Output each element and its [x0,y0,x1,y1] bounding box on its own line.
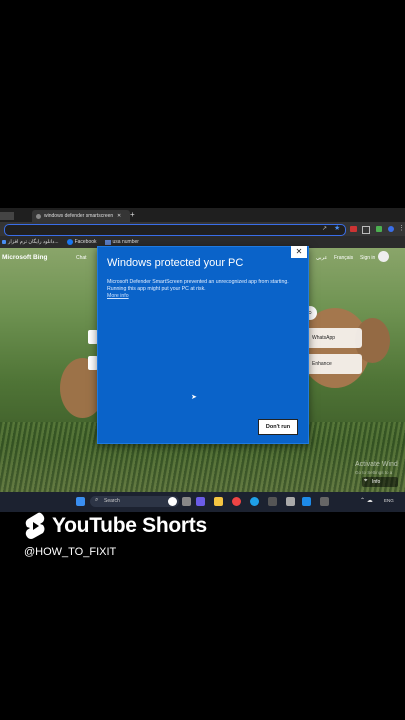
lang-french-link[interactable]: Français [334,255,353,261]
dialog-message: Microsoft Defender SmartScreen prevented… [107,279,289,292]
url-input[interactable] [4,224,346,236]
bookmark-star-icon[interactable]: ★ [334,224,340,232]
youtube-shorts-brand: YouTube Shorts [24,510,207,542]
dialog-title: Windows protected your PC [107,257,244,269]
extension-icon[interactable] [362,226,370,234]
sign-in-link[interactable]: Sign in [360,255,375,261]
bookmark-item[interactable]: Facebook [66,239,97,245]
extension-icon[interactable] [376,226,382,232]
tab-partial[interactable] [0,212,14,220]
menu-icon[interactable]: ⋮ [398,224,405,232]
windows-start-icon[interactable] [76,497,85,506]
info-label: Info [372,479,381,485]
info-button[interactable]: Info [362,477,398,487]
app-icon[interactable] [286,497,295,506]
activate-windows-watermark: Activate Wind [355,461,398,468]
bookmark-label: Facebook [74,239,97,245]
channel-handle[interactable]: @HOW_TO_FIXIT [24,546,116,558]
taskbar-search-input[interactable]: Search [90,496,179,507]
tab-active[interactable]: windows defender smartscreen r ✕ [32,210,130,222]
screen-recording: windows defender smartscreen r ✕ + ↗ ★ ⋮… [0,208,405,512]
nav-chat[interactable]: Chat [76,255,87,261]
tab-favicon-icon [36,213,41,219]
close-button[interactable]: ✕ [291,246,307,258]
file-explorer-icon[interactable] [214,497,223,506]
bookmark-item[interactable]: دانلود رایگان ترم افزار... [2,239,59,245]
youtube-shorts-label: YouTube Shorts [52,514,207,537]
teams-icon[interactable] [196,497,205,506]
profile-icon[interactable] [388,226,394,232]
tile-whatsapp[interactable]: WhatsApp [306,328,362,348]
address-bar-row: ↗ ★ ⋮ [0,222,405,236]
dont-run-button[interactable]: Don't run [258,419,298,435]
bookmark-icon [104,239,111,245]
taskbar-search-label: Search [104,498,120,504]
copilot-icon[interactable] [168,497,177,506]
smartscreen-dialog: ✕ Windows protected your PC Microsoft De… [97,246,309,444]
store-icon[interactable] [302,497,311,506]
mouse-cursor-icon: ➤ [191,394,197,401]
tab-label: windows defender smartscreen r [44,213,114,219]
app-icon[interactable] [268,497,277,506]
facebook-icon [66,239,73,245]
bookmark-label: usa number [112,239,139,245]
app-icon[interactable] [320,497,329,506]
bookmark-label: دانلود رایگان ترم افزار... [8,239,59,245]
task-view-icon[interactable] [182,497,191,506]
share-icon[interactable]: ↗ [322,225,327,232]
browser-tab-bar: windows defender smartscreen r ✕ + [0,208,405,222]
chrome-icon[interactable] [232,497,241,506]
windows-taskbar: Search ⌕ ⌃ ☁ ENG [0,492,405,512]
activate-windows-subtext: Go to Settings to a [355,470,393,475]
avatar[interactable] [378,251,389,262]
lang-arabic-link[interactable]: عربي [316,255,327,261]
youtube-shorts-logo-icon [25,512,45,539]
tile-enhance[interactable]: Enhance [306,354,362,374]
search-icon: ⌕ [95,497,99,503]
language-indicator[interactable]: ENG [384,498,394,503]
bing-logo[interactable]: Microsoft Bing [2,254,48,261]
system-tray-icons[interactable]: ⌃ ☁ [360,497,373,504]
location-icon: ⌖ [364,478,368,484]
bookmark-icon [2,240,6,244]
new-tab-button[interactable]: + [130,210,135,219]
bookmark-item[interactable]: usa number [104,239,139,245]
more-info-link[interactable]: More info [107,293,129,299]
tab-close-icon[interactable]: ✕ [117,213,121,219]
extension-icon[interactable] [350,226,357,232]
edge-icon[interactable] [250,497,259,506]
